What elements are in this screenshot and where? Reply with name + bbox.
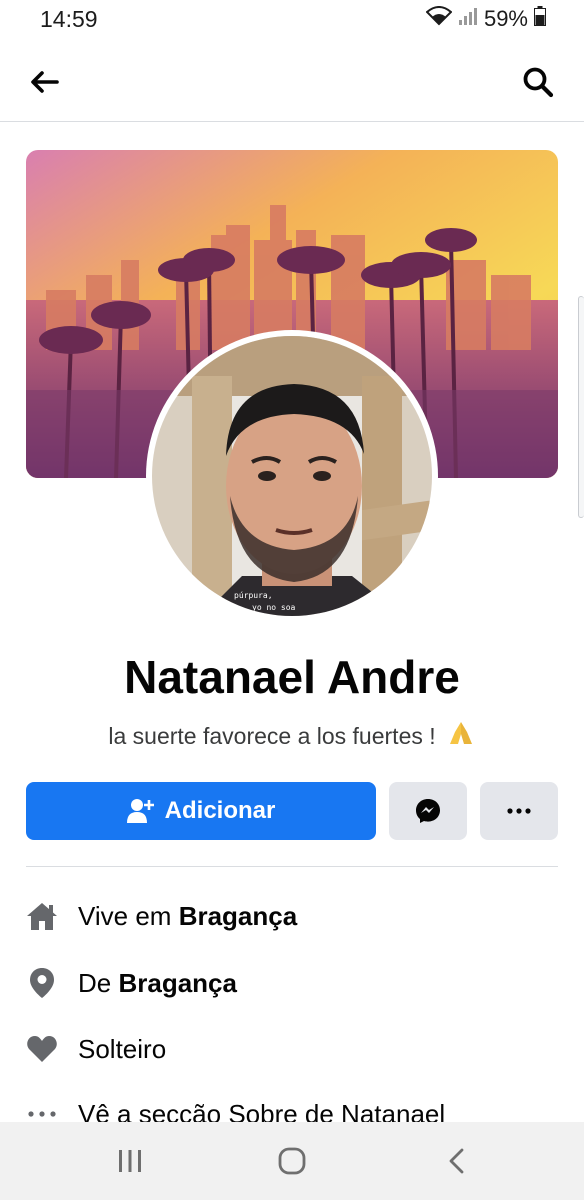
home-icon: [26, 900, 58, 932]
status-bar: 14:59 59%: [0, 0, 584, 44]
person-plus-icon: [126, 799, 154, 823]
wifi-icon: [425, 6, 453, 32]
intro-from-place[interactable]: Bragança: [118, 968, 237, 999]
profile-bio: la suerte favorece a los fuertes !: [0, 718, 584, 754]
back-button[interactable]: [20, 58, 68, 106]
more-icon: [507, 808, 531, 814]
more-options-button[interactable]: [480, 782, 558, 840]
scrollbar[interactable]: [578, 296, 584, 518]
profile-actions: Adicionar: [26, 782, 558, 840]
location-pin-icon: [26, 967, 58, 999]
chevron-left-icon: [449, 1148, 464, 1174]
intro-relationship: Solteiro: [26, 1029, 566, 1069]
messenger-icon: [416, 799, 440, 823]
profile-picture[interactable]: púrpura, yo no soa: [146, 330, 438, 622]
search-icon: [523, 67, 554, 98]
folded-hands-icon: [446, 718, 476, 754]
avatar-overlay-text-2: yo no soa: [252, 603, 296, 612]
recent-apps-icon: [119, 1150, 141, 1172]
heart-icon: [26, 1033, 58, 1065]
signal-icon: [458, 6, 478, 32]
intro-from-prefix: De: [78, 967, 119, 998]
system-back-button[interactable]: [432, 1140, 480, 1182]
home-circle-icon: [278, 1147, 306, 1175]
intro-lives-place[interactable]: Bragança: [179, 901, 298, 932]
status-indicators: 59%: [425, 6, 546, 32]
intro-from: De Bragança: [26, 963, 566, 1003]
battery-icon: [534, 6, 546, 32]
avatar: púrpura, yo no soa: [152, 336, 432, 616]
recent-apps-button[interactable]: [106, 1140, 154, 1182]
home-button[interactable]: [268, 1140, 316, 1182]
intro-lives-prefix: Vive em: [78, 900, 179, 931]
intro-relationship-text: Solteiro: [78, 1033, 167, 1064]
status-time: 14:59: [40, 6, 98, 32]
avatar-overlay-text-1: púrpura,: [234, 591, 273, 600]
add-friend-label: Adicionar: [164, 797, 276, 824]
battery-percent: 59%: [483, 6, 528, 31]
profile-name: Natanael Andre: [124, 651, 460, 703]
divider: [26, 866, 558, 867]
arrow-left-icon: [31, 71, 59, 93]
intro-lives-in: Vive em Bragança: [26, 896, 566, 936]
profile-bio-text: la suerte favorece a los fuertes !: [108, 722, 436, 749]
add-friend-button[interactable]: Adicionar: [26, 782, 376, 840]
system-nav-bar: [0, 1122, 584, 1200]
search-button[interactable]: [514, 58, 562, 106]
messenger-button[interactable]: [389, 782, 467, 840]
app-bar: [0, 44, 584, 122]
